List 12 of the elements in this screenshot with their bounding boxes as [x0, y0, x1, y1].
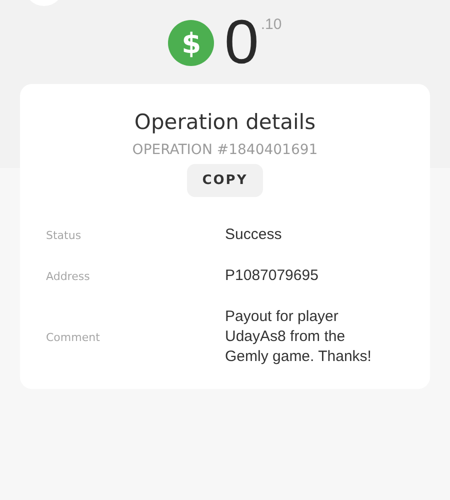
balance-cents: .10	[260, 16, 282, 33]
detail-value: Success	[225, 225, 283, 245]
detail-value: Payout for player UdayAs8 from the Gemly game. Thanks!	[225, 307, 372, 367]
dollar-icon: $	[168, 20, 214, 66]
card-title: Operation details	[134, 110, 316, 134]
balance-amount: 0	[224, 18, 259, 68]
copy-button[interactable]: COPY	[187, 164, 263, 197]
detail-label: Address	[46, 270, 91, 282]
detail-label: Status	[46, 228, 82, 242]
operation-id: OPERATION #1840401691	[132, 142, 318, 158]
detail-label: Comment	[46, 330, 101, 344]
detail-value: P1087079695	[225, 266, 320, 286]
